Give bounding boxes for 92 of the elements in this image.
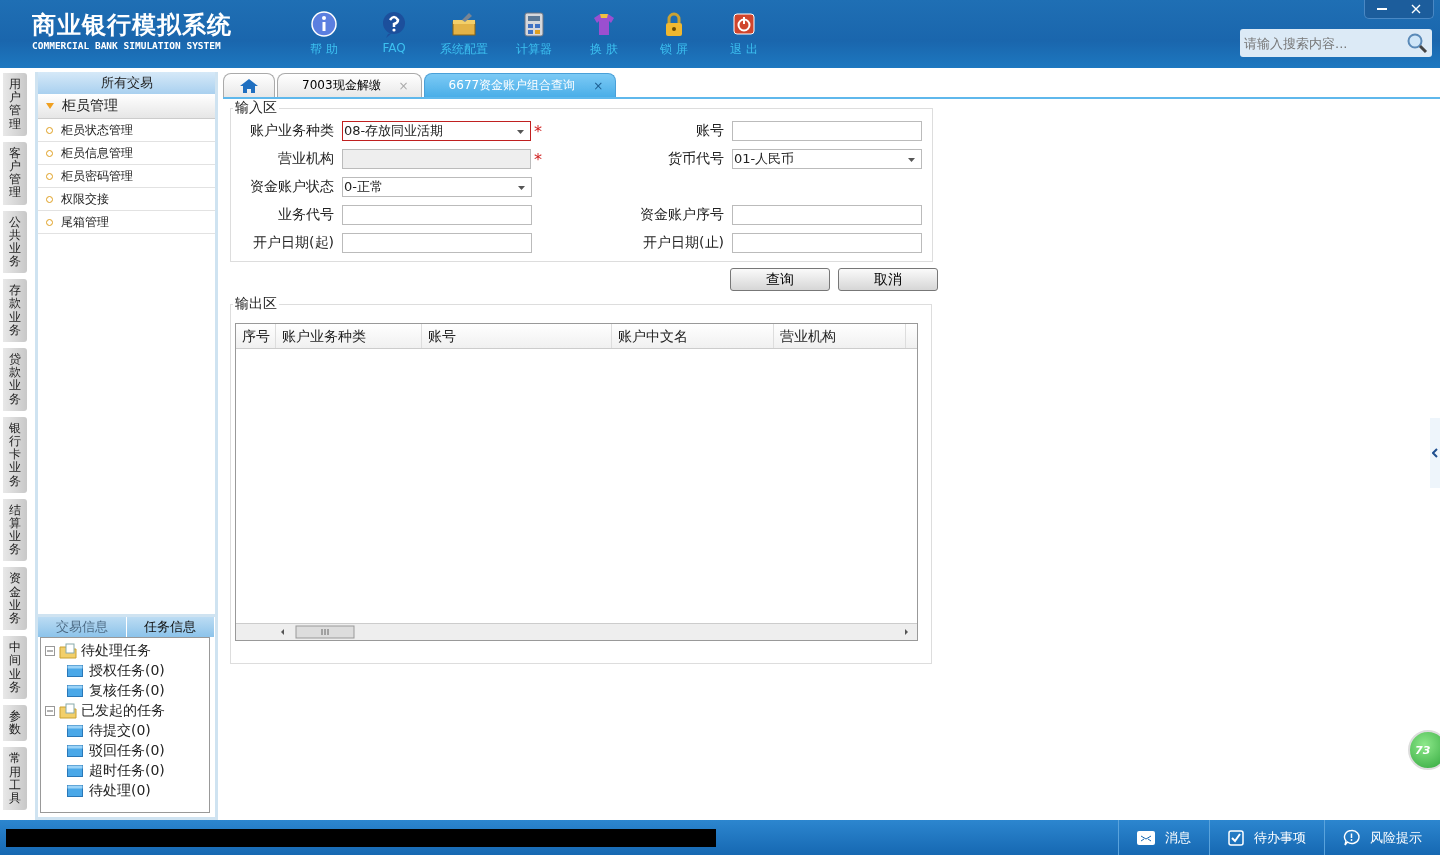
status-button[interactable]: 待办事项 bbox=[1209, 820, 1324, 855]
folder-icon bbox=[67, 745, 83, 757]
chevron-left-icon bbox=[1432, 448, 1438, 458]
caret-icon bbox=[908, 158, 915, 162]
column-header: 序号 bbox=[236, 324, 276, 348]
tree-item[interactable]: 驳回任务(0) bbox=[89, 742, 165, 760]
home-tab[interactable] bbox=[223, 73, 275, 97]
input-field[interactable] bbox=[732, 205, 922, 225]
section-title: 输出区 bbox=[234, 295, 278, 313]
info-icon bbox=[310, 10, 338, 38]
panel-tab[interactable]: 交易信息 bbox=[38, 617, 127, 637]
side-tab[interactable]: 结算业务 bbox=[3, 498, 27, 562]
panel-tab[interactable]: 任务信息 bbox=[126, 617, 215, 637]
home-icon bbox=[240, 78, 258, 93]
input-field[interactable] bbox=[342, 233, 532, 253]
field-label: 营业机构 bbox=[277, 150, 335, 168]
speech-bubble-icon bbox=[1343, 829, 1360, 846]
field-label: 开户日期(起) bbox=[252, 234, 335, 252]
side-tab[interactable]: 用户管理 bbox=[3, 73, 27, 136]
folder-icon bbox=[67, 725, 83, 737]
field-label: 账户业务种类 bbox=[249, 122, 335, 140]
collapse-icon[interactable] bbox=[45, 706, 55, 716]
tree-item[interactable]: 待处理任务 bbox=[81, 642, 151, 660]
close-icon bbox=[1411, 4, 1421, 14]
menu-item[interactable]: 柜员状态管理 bbox=[38, 119, 215, 142]
tree-item[interactable]: 复核任务(0) bbox=[89, 682, 165, 700]
column-header: 账号 bbox=[422, 324, 612, 348]
side-tab[interactable]: 资金业务 bbox=[3, 567, 27, 631]
menu-item[interactable]: 尾箱管理 bbox=[38, 211, 215, 234]
app-title: 商业银行模拟系统 bbox=[32, 10, 233, 40]
collapse-handle[interactable] bbox=[1430, 418, 1440, 488]
search-icon bbox=[1406, 32, 1428, 54]
input-field[interactable] bbox=[732, 233, 922, 253]
status-button[interactable]: 消息 bbox=[1118, 820, 1209, 855]
form-button[interactable]: 查询 bbox=[730, 268, 830, 291]
power-icon bbox=[730, 10, 758, 38]
field-label: 业务代号 bbox=[277, 206, 335, 224]
side-tab[interactable]: 常用工具 bbox=[3, 747, 27, 811]
folder-icon bbox=[59, 643, 77, 659]
side-tab[interactable]: 参数 bbox=[3, 704, 27, 742]
tree-item[interactable]: 授权任务(0) bbox=[89, 662, 165, 680]
folder-icon bbox=[67, 765, 83, 777]
checkbox-icon bbox=[1228, 829, 1244, 846]
folder-icon bbox=[67, 685, 83, 697]
sidebar-header: 所有交易 bbox=[38, 72, 215, 94]
app-subtitle: COMMERCIAL BANK SIMULATION SYSTEM bbox=[32, 40, 222, 51]
folder-icon bbox=[67, 785, 83, 797]
required-mark: * bbox=[534, 149, 542, 169]
tree-item[interactable]: 已发起的任务 bbox=[81, 702, 165, 720]
side-tab[interactable]: 贷款业务 bbox=[3, 348, 27, 411]
input-field[interactable] bbox=[732, 121, 922, 141]
caret-icon bbox=[517, 130, 524, 134]
page-tab[interactable]: 7003现金解缴 × bbox=[277, 73, 422, 97]
required-mark: * bbox=[534, 121, 542, 141]
side-tab[interactable]: 中间业务 bbox=[3, 636, 27, 699]
status-button[interactable]: 风险提示 bbox=[1324, 820, 1440, 855]
field-label: 资金账户序号 bbox=[639, 206, 725, 224]
horizontal-scrollbar[interactable] bbox=[236, 623, 917, 640]
field-label: 开户日期(止) bbox=[642, 234, 725, 252]
menu-item[interactable]: 柜员信息管理 bbox=[38, 142, 215, 165]
caret-icon bbox=[518, 186, 525, 190]
side-tab[interactable]: 公共业务 bbox=[3, 210, 27, 274]
menu-group[interactable]: 柜员管理 bbox=[38, 94, 215, 119]
menu-item[interactable]: 柜员密码管理 bbox=[38, 165, 215, 188]
caret-icon bbox=[46, 103, 54, 109]
select-field[interactable]: 08-存放同业活期 bbox=[342, 121, 531, 141]
section-title: 输入区 bbox=[234, 99, 278, 117]
field-label: 货币代号 bbox=[667, 150, 725, 168]
folder-icon bbox=[67, 665, 83, 677]
side-tab[interactable]: 银行卡业务 bbox=[3, 416, 27, 493]
menu-item[interactable]: 权限交接 bbox=[38, 188, 215, 211]
folder-icon bbox=[59, 703, 77, 719]
help-icon bbox=[380, 10, 408, 38]
select-field[interactable]: 0-正常 bbox=[342, 177, 532, 197]
tree-item[interactable]: 待处理(0) bbox=[89, 782, 151, 800]
select-field[interactable]: 01-人民币 bbox=[732, 149, 922, 169]
input-field[interactable] bbox=[342, 205, 532, 225]
collapse-icon[interactable] bbox=[45, 646, 55, 656]
search-field[interactable]: 请输入搜索内容... bbox=[1240, 29, 1432, 57]
column-header: 账户中文名 bbox=[612, 324, 774, 348]
field-label: 账号 bbox=[695, 122, 725, 140]
tree-item[interactable]: 超时任务(0) bbox=[89, 762, 165, 780]
side-tab[interactable]: 客户管理 bbox=[3, 141, 27, 205]
tree-item[interactable]: 待提交(0) bbox=[89, 722, 151, 740]
form-button[interactable]: 取消 bbox=[838, 268, 938, 291]
side-tab[interactable]: 存款业务 bbox=[3, 279, 27, 342]
minimize-icon bbox=[1377, 7, 1387, 11]
toolbox-icon bbox=[450, 10, 478, 38]
field-label: 资金账户状态 bbox=[249, 178, 335, 196]
column-header: 营业机构 bbox=[774, 324, 906, 348]
envelope-icon bbox=[1137, 830, 1155, 845]
column-header: 账户业务种类 bbox=[276, 324, 422, 348]
